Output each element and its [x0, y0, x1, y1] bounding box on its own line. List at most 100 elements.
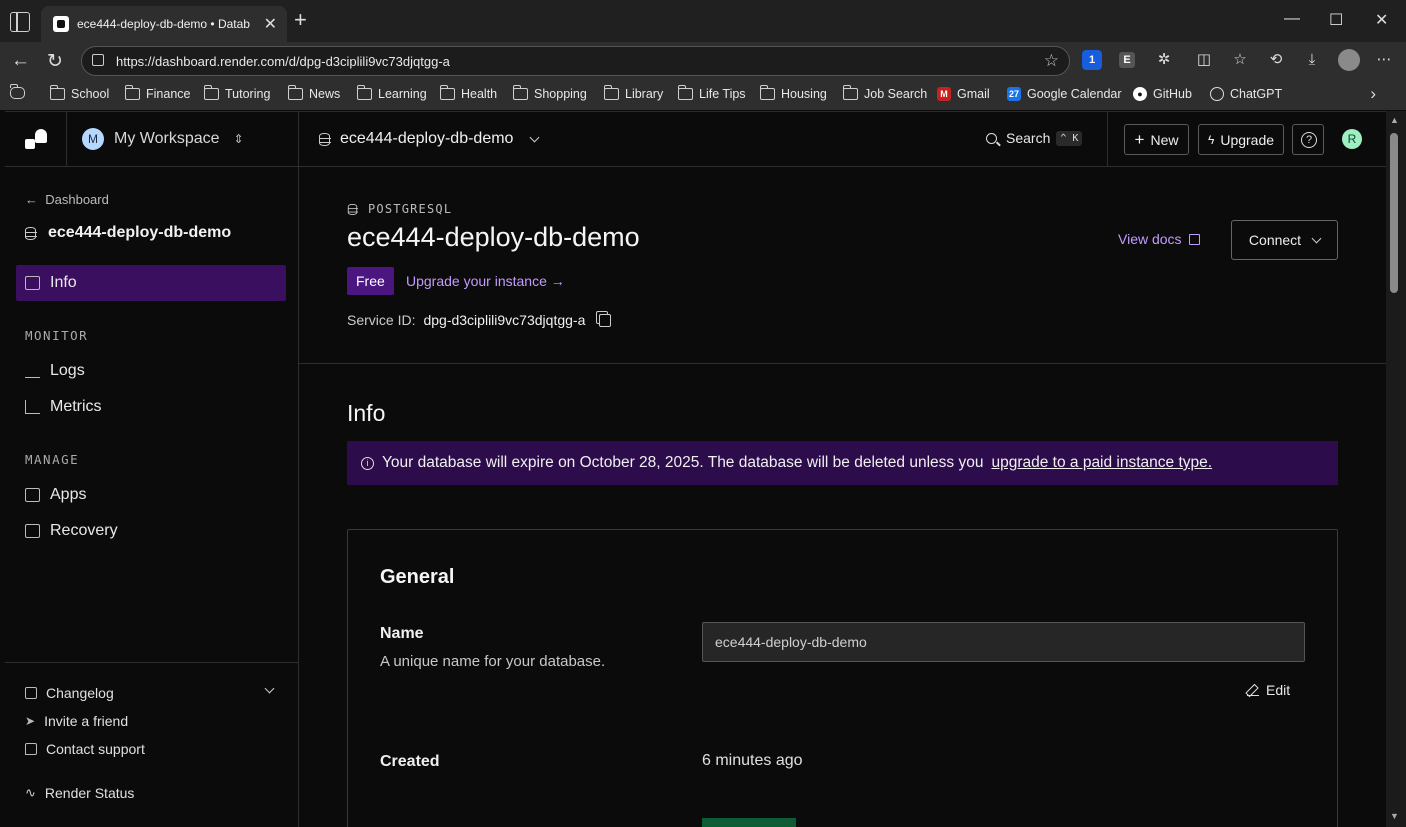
database-icon: [318, 132, 331, 146]
name-field[interactable]: [702, 622, 1305, 662]
bookmark-job-search[interactable]: Job Search: [842, 85, 927, 101]
history-icon[interactable]: ⟲: [1266, 50, 1286, 70]
downloads-icon[interactable]: ⤓: [1302, 50, 1322, 70]
sidebar-item-recovery[interactable]: Recovery: [25, 522, 118, 540]
render-status-link[interactable]: ∿ Render Status: [25, 785, 134, 801]
upgrade-button[interactable]: ϟ Upgrade: [1198, 124, 1284, 155]
bookmark-github[interactable]: ● GitHub: [1133, 87, 1192, 101]
e-extension-icon[interactable]: E: [1119, 52, 1135, 68]
chatgpt-icon: [1210, 87, 1224, 101]
changelog-item[interactable]: Changelog: [25, 683, 275, 701]
workspace-switcher[interactable]: M My Workspace ⇕: [82, 128, 244, 150]
search-button[interactable]: Search ^ K: [986, 130, 1083, 146]
bookmark-life-tips[interactable]: Life Tips: [677, 85, 746, 101]
bookmark-tutoring[interactable]: Tutoring: [203, 85, 270, 101]
alert-text: Your database will expire on October 28,…: [382, 454, 984, 471]
sidebar-item-logs[interactable]: Logs: [25, 362, 85, 380]
sidebar-item-info[interactable]: Info: [25, 274, 77, 292]
project-switcher[interactable]: ece444-deploy-db-demo: [318, 130, 540, 148]
scrollbar-thumb[interactable]: [1390, 133, 1398, 293]
contact-support-link[interactable]: Contact support: [25, 741, 145, 757]
general-title: General: [380, 566, 455, 588]
expiry-alert: i Your database will expire on October 2…: [347, 441, 1338, 485]
name-description: A unique name for your database.: [380, 653, 606, 670]
reading-list-icon[interactable]: [9, 84, 25, 99]
bookmark-housing[interactable]: Housing: [759, 85, 827, 101]
send-icon: ➤: [25, 714, 36, 728]
chevron-down-icon: [530, 132, 540, 142]
sidebar-toggle-icon[interactable]: [10, 12, 30, 32]
divider: [1107, 112, 1108, 167]
copy-icon[interactable]: [599, 313, 612, 327]
folder-icon: [49, 85, 65, 100]
bookmark-gmail[interactable]: M Gmail: [937, 87, 990, 101]
connect-button[interactable]: Connect: [1231, 220, 1338, 260]
sidebar-item-metrics[interactable]: Metrics: [25, 398, 102, 416]
browser-profile-avatar[interactable]: [1338, 49, 1360, 71]
bitwarden-extension-icon[interactable]: 1: [1082, 50, 1102, 70]
maximize-icon[interactable]: ☐: [1329, 10, 1343, 30]
new-button[interactable]: + New: [1124, 124, 1189, 155]
bookmark-chatgpt[interactable]: ChatGPT: [1210, 87, 1282, 101]
browser-tab[interactable]: ece444-deploy-db-demo • Datab ✕: [41, 6, 287, 42]
pulse-icon: ∿: [25, 785, 36, 800]
new-tab-icon[interactable]: +: [294, 9, 307, 31]
back-to-dashboard-link[interactable]: ← Dashboard: [25, 192, 109, 207]
bookmark-google-calendar[interactable]: 27 Google Calendar: [1007, 87, 1122, 101]
plan-badge: Free: [347, 267, 394, 295]
scroll-down-icon[interactable]: ▼: [1390, 811, 1399, 821]
scroll-up-icon[interactable]: ▲: [1390, 115, 1399, 125]
bookmark-finance[interactable]: Finance: [124, 85, 190, 101]
view-docs-link[interactable]: View docs: [1118, 231, 1200, 247]
logo-cell[interactable]: [5, 112, 67, 167]
upgrade-paid-link[interactable]: upgrade to a paid instance type.: [991, 454, 1212, 472]
url-bar[interactable]: https://dashboard.render.com/d/dpg-d3cip…: [81, 46, 1070, 76]
browser-menu-icon[interactable]: ⋯: [1374, 50, 1394, 70]
minimize-icon[interactable]: —: [1284, 10, 1300, 28]
bookmark-school[interactable]: School: [49, 85, 109, 101]
page-scrollbar[interactable]: ▲ ▼: [1386, 111, 1406, 827]
folder-icon: [356, 85, 372, 100]
bookmark-learning[interactable]: Learning: [356, 85, 427, 101]
header-divider: [299, 363, 1386, 364]
bookmark-library[interactable]: Library: [603, 85, 663, 101]
chat-bubble-icon: [25, 743, 37, 755]
folder-icon: [603, 85, 619, 100]
project-name: ece444-deploy-db-demo: [340, 130, 514, 147]
upgrade-instance-link[interactable]: Upgrade your instance →: [406, 273, 565, 289]
sidebar-item-apps[interactable]: Apps: [25, 486, 86, 504]
section-manage-label: MANAGE: [25, 452, 80, 467]
extensions-puzzle-icon[interactable]: ✲: [1154, 50, 1174, 70]
bookmark-news[interactable]: News: [287, 85, 340, 101]
window-close-icon[interactable]: ✕: [1375, 10, 1388, 30]
lock-icon[interactable]: [92, 54, 104, 66]
bookmarks-overflow-chevron-icon[interactable]: ›: [1370, 84, 1376, 104]
apps-monitor-icon: [25, 488, 40, 502]
back-arrow-icon[interactable]: ←: [11, 50, 30, 72]
favorites-icon[interactable]: ☆: [1230, 50, 1250, 70]
info-icon: i: [361, 456, 374, 470]
render-logo-icon: [25, 129, 47, 149]
bookmark-health[interactable]: Health: [439, 85, 497, 101]
user-avatar[interactable]: R: [1342, 129, 1362, 149]
render-dashboard: M My Workspace ⇕ ece444-deploy-db-demo S…: [5, 111, 1386, 827]
created-value: 6 minutes ago: [702, 752, 803, 769]
folder-icon: [203, 85, 219, 100]
github-icon: ●: [1133, 87, 1147, 101]
url-text: https://dashboard.render.com/d/dpg-d3cip…: [116, 54, 450, 69]
address-bar-row: ← ↻ https://dashboard.render.com/d/dpg-d…: [0, 42, 1406, 80]
status-indicator: [702, 818, 796, 827]
invite-friend-link[interactable]: ➤ Invite a friend: [25, 713, 128, 729]
calendar-icon: 27: [1007, 87, 1021, 101]
info-calendar-icon: [25, 276, 40, 290]
reload-icon[interactable]: ↻: [47, 50, 63, 73]
search-shortcut: ^ K: [1056, 130, 1083, 146]
edit-name-button[interactable]: Edit: [1247, 682, 1290, 698]
split-screen-icon[interactable]: ◫: [1194, 50, 1214, 70]
folder-icon: [677, 85, 693, 100]
tab-close-icon[interactable]: ✕: [264, 14, 277, 34]
bookmark-shopping[interactable]: Shopping: [512, 85, 587, 101]
folder-icon: [512, 85, 528, 100]
favorite-star-icon[interactable]: ☆: [1044, 51, 1059, 71]
help-button[interactable]: ?: [1292, 124, 1324, 155]
